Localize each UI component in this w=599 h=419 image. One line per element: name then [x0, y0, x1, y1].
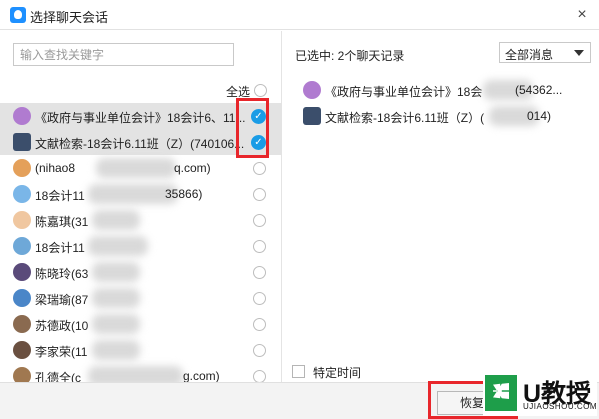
chevron-down-icon [574, 50, 584, 56]
select-radio[interactable] [253, 188, 266, 201]
contact-name: 陈晓玲(63 [35, 267, 89, 281]
redacted-text [92, 210, 140, 230]
contact-row[interactable]: 文献检索-18会计6.11班（Z）(740106... ✓ [0, 129, 282, 155]
checkmark-icon[interactable]: ✓ [251, 109, 266, 124]
redacted-text [88, 366, 183, 382]
contact-row[interactable]: 陈嘉琪(31 [0, 207, 282, 233]
watermark-url: UJIAOSHOU.COM [523, 402, 598, 411]
select-radio[interactable] [253, 266, 266, 279]
contact-panel: 全选 《政府与事业单位会计》18会计6、11... ✓ 文献检索-18会计6.1… [0, 31, 282, 382]
message-filter-dropdown[interactable]: 全部消息 [499, 42, 591, 63]
select-all-radio[interactable] [254, 84, 267, 97]
contact-row[interactable]: 18会计11 35866) [0, 181, 282, 207]
redacted-text [92, 340, 140, 360]
contact-avatar [13, 237, 31, 255]
select-radio[interactable] [253, 162, 266, 175]
contact-name: 文献检索-18会计6.11班（Z）(740106... [35, 137, 245, 151]
contact-name: 陈嘉琪(31 [35, 215, 89, 229]
contact-avatar [13, 315, 31, 333]
contact-name: 孔德全(c [35, 371, 81, 382]
redacted-text [92, 288, 140, 308]
contact-name-end: q.com) [174, 161, 211, 175]
redacted-text [92, 314, 140, 334]
contact-avatar [13, 289, 31, 307]
contact-name: 苏德政(10 [35, 319, 89, 333]
contact-avatar [13, 341, 31, 359]
contact-name: 《政府与事业单位会计》18会计6、11... [35, 111, 246, 125]
redacted-text [88, 236, 148, 256]
contact-row[interactable]: 《政府与事业单位会计》18会计6、11... ✓ [0, 103, 282, 129]
search-box[interactable] [13, 43, 234, 66]
contact-name-end: 35866) [165, 187, 203, 201]
contact-avatar [13, 159, 31, 177]
selected-name: 文献检索-18会计6.11班（Z）( [325, 111, 485, 125]
contact-avatar [13, 211, 31, 229]
select-radio[interactable] [253, 240, 266, 253]
contact-name: 梁瑞瑜(87 [35, 293, 89, 307]
contact-row[interactable]: 陈晓玲(63 [0, 259, 282, 285]
selected-row[interactable]: 《政府与事业单位会计》18会 (54362... [283, 77, 599, 103]
contact-name: (nihao8 [35, 161, 76, 175]
selected-count-label: 已选中: 2个聊天记录 [295, 49, 405, 63]
group-star-avatar [303, 81, 321, 99]
specific-time-label: 特定时间 [313, 366, 362, 380]
select-radio[interactable] [253, 318, 266, 331]
select-all-label: 全选 [226, 85, 251, 99]
contact-avatar [13, 185, 31, 203]
select-radio[interactable] [253, 370, 266, 382]
contact-avatar [13, 263, 31, 281]
close-icon[interactable]: × [572, 5, 592, 25]
selected-row[interactable]: 文献检索-18会计6.11班（Z）( 014) [283, 103, 599, 129]
contact-name-end: g.com) [183, 369, 220, 382]
contact-row[interactable]: 梁瑞瑜(87 [0, 285, 282, 311]
selected-name-end: (54362... [515, 83, 563, 97]
qq-logo-icon [10, 7, 26, 23]
redacted-text [92, 262, 140, 282]
contact-name: 李家荣(11 [35, 345, 88, 359]
selected-name: 《政府与事业单位会计》18会 [325, 85, 483, 99]
selected-name-end: 014) [527, 109, 552, 123]
select-radio[interactable] [253, 292, 266, 305]
redacted-text [96, 158, 176, 178]
select-radio[interactable] [253, 344, 266, 357]
contact-row[interactable]: 李家荣(11 [0, 337, 282, 363]
search-input[interactable] [14, 44, 233, 65]
windows-logo-icon [485, 375, 517, 411]
contact-row[interactable]: 18会计11 [0, 233, 282, 259]
selected-panel: 已选中: 2个聊天记录 全部消息 《政府与事业单位会计》18会 (54362..… [283, 31, 599, 382]
checkmark-icon[interactable]: ✓ [251, 135, 266, 150]
contact-row[interactable]: 孔德全(c g.com) [0, 363, 282, 382]
graduation-cap-avatar [303, 107, 321, 125]
specific-time-checkbox[interactable] [292, 365, 305, 378]
contact-name: 18会计11 [35, 189, 85, 203]
contact-list: 《政府与事业单位会计》18会计6、11... ✓ 文献检索-18会计6.11班（… [0, 103, 282, 382]
group-star-avatar [13, 107, 31, 125]
window-title: 选择聊天会话 [30, 10, 109, 25]
contact-avatar [13, 367, 31, 382]
graduation-cap-avatar [13, 133, 31, 151]
contact-row[interactable]: (nihao8 q.com) [0, 155, 282, 181]
contact-name: 18会计11 [35, 241, 85, 255]
filter-value: 全部消息 [505, 48, 554, 62]
watermark: U教授 UJIAOSHOU.COM [483, 372, 597, 416]
select-radio[interactable] [253, 214, 266, 227]
contact-row[interactable]: 苏德政(10 [0, 311, 282, 337]
title-bar: 选择聊天会话 × [0, 0, 599, 30]
